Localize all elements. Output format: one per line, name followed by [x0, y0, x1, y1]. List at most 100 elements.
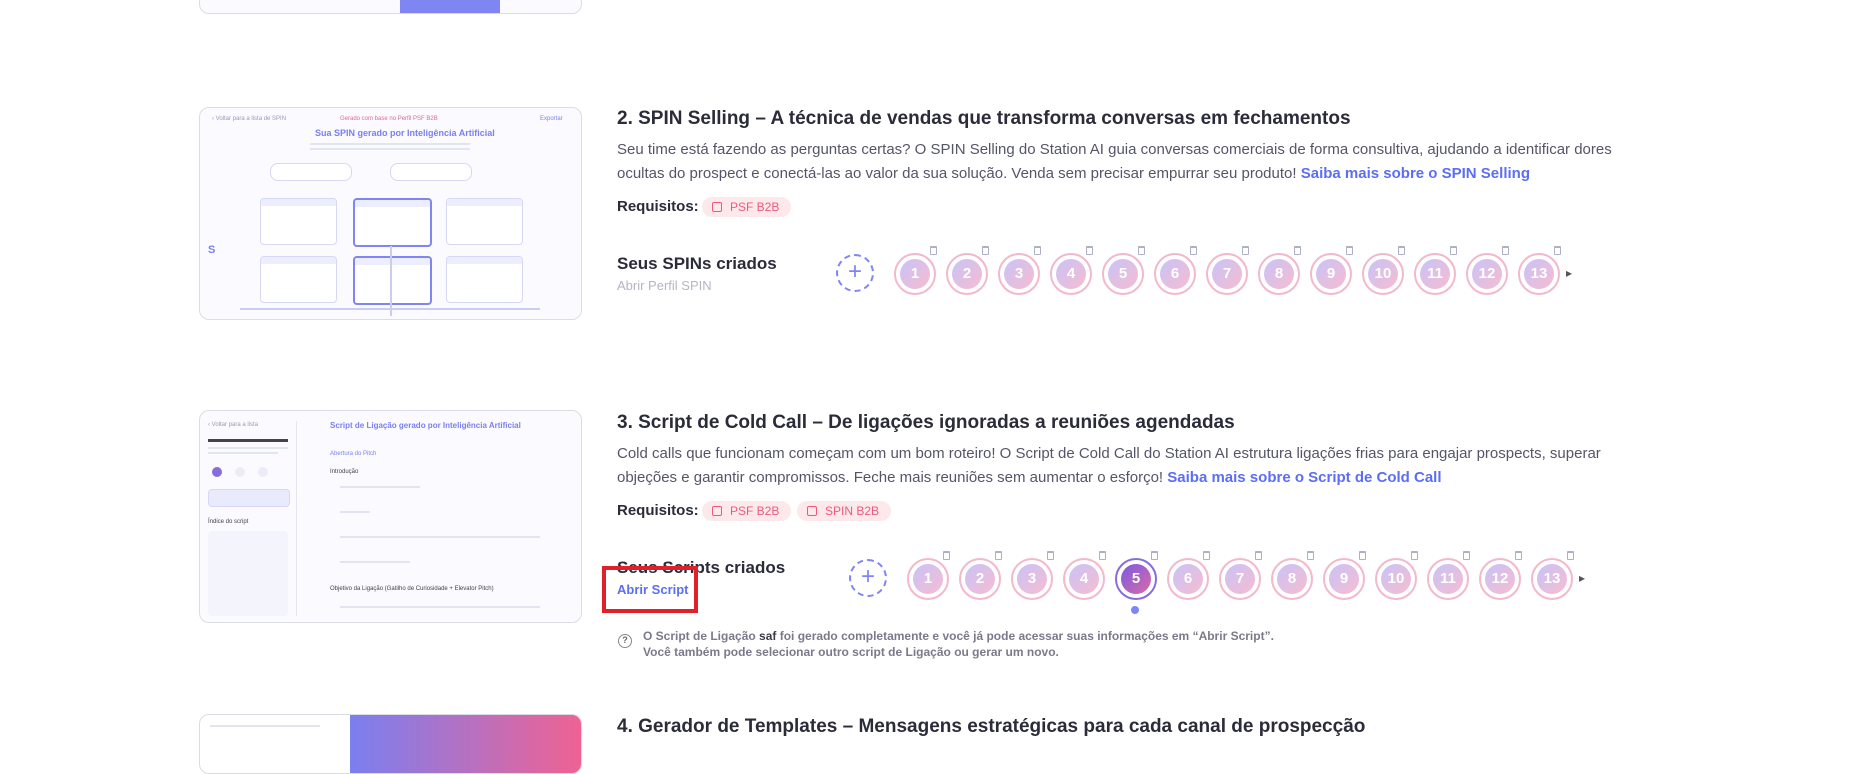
trash-icon[interactable]: [1034, 246, 1041, 255]
trash-icon[interactable]: [1099, 551, 1106, 560]
script-item-7[interactable]: 7: [1219, 558, 1261, 600]
trash-icon[interactable]: [1515, 551, 1522, 560]
script-item-number: 11: [1433, 564, 1463, 594]
spin-item-4[interactable]: 4: [1050, 253, 1092, 295]
spin-thumbnail[interactable]: ‹ Voltar para a lista de SPIN Gerado com…: [199, 107, 582, 320]
thumb-opening: Abertura do Pitch: [330, 451, 377, 457]
spin-item-9[interactable]: 9: [1310, 253, 1352, 295]
trash-icon[interactable]: [1255, 551, 1262, 560]
trash-icon[interactable]: [995, 551, 1002, 560]
selected-indicator-dot: [1131, 606, 1139, 614]
trash-icon[interactable]: [1307, 551, 1314, 560]
trash-icon[interactable]: [1463, 551, 1470, 560]
script-item-11[interactable]: 11: [1427, 558, 1469, 600]
script-item-6[interactable]: 6: [1167, 558, 1209, 600]
script-name: saf: [759, 629, 777, 643]
trash-icon[interactable]: [1203, 551, 1210, 560]
script-requirement-psf-badge: PSF B2B: [702, 501, 792, 521]
spin-item-number: 5: [1108, 259, 1138, 289]
trash-icon[interactable]: [1554, 246, 1561, 255]
spin-item-8[interactable]: 8: [1258, 253, 1300, 295]
trash-icon[interactable]: [1242, 246, 1249, 255]
script-item-number: 10: [1381, 564, 1411, 594]
spin-item-number: 12: [1472, 259, 1502, 289]
spin-item-11[interactable]: 11: [1414, 253, 1456, 295]
spin-item-number: 11: [1420, 259, 1450, 289]
templates-thumbnail[interactable]: [199, 714, 582, 774]
script-item-number: 12: [1485, 564, 1515, 594]
trash-icon[interactable]: [1411, 551, 1418, 560]
trash-icon[interactable]: [1346, 246, 1353, 255]
script-item-10[interactable]: 10: [1375, 558, 1417, 600]
trash-icon[interactable]: [1398, 246, 1405, 255]
script-item-8[interactable]: 8: [1271, 558, 1313, 600]
script-item-number: 4: [1069, 564, 1099, 594]
spin-item-1[interactable]: 1: [894, 253, 936, 295]
spin-item-10[interactable]: 10: [1362, 253, 1404, 295]
script-item-4[interactable]: 4: [1063, 558, 1105, 600]
trash-icon[interactable]: [1151, 551, 1158, 560]
spin-item-7[interactable]: 7: [1206, 253, 1248, 295]
building-icon: [712, 202, 722, 212]
open-spin-profile-link[interactable]: Abrir Perfil SPIN: [617, 278, 712, 293]
spin-item-6[interactable]: 6: [1154, 253, 1196, 295]
script-item-number: 6: [1173, 564, 1203, 594]
script-item-number: 13: [1537, 564, 1567, 594]
thumb-generated-note: Gerado com base no Perfil PSF B2B: [340, 116, 438, 122]
script-item-2[interactable]: 2: [959, 558, 1001, 600]
trash-icon[interactable]: [943, 551, 950, 560]
trash-icon[interactable]: [1047, 551, 1054, 560]
templates-section-title: 4. Gerador de Templates – Mensagens estr…: [617, 716, 1366, 737]
script-learn-more-link[interactable]: Saiba mais sobre o Script de Cold Call: [1167, 469, 1441, 486]
trash-icon[interactable]: [1450, 246, 1457, 255]
spin-section-title: 2. SPIN Selling – A técnica de vendas qu…: [617, 108, 1351, 129]
thumb-title: Sua SPIN gerado por Inteligência Artific…: [315, 128, 495, 138]
badge-label: SPIN B2B: [825, 504, 880, 518]
script-item-number: 7: [1225, 564, 1255, 594]
spin-learn-more-link[interactable]: Saiba mais sobre o SPIN Selling: [1301, 165, 1530, 182]
spin-item-13[interactable]: 13: [1518, 253, 1560, 295]
script-item-number: 9: [1329, 564, 1359, 594]
script-thumbnail[interactable]: ‹ Voltar para a lista Script de Ligação …: [199, 410, 582, 623]
script-item-5[interactable]: 5: [1115, 558, 1157, 600]
trash-icon[interactable]: [1294, 246, 1301, 255]
thumb-back-link: ‹ Voltar para a lista: [208, 422, 259, 428]
script-item-1[interactable]: 1: [907, 558, 949, 600]
script-item-13[interactable]: 13: [1531, 558, 1573, 600]
trash-icon[interactable]: [1190, 246, 1197, 255]
thumb-title: Script de Ligação gerado por Inteligênci…: [330, 421, 521, 430]
trash-icon[interactable]: [1359, 551, 1366, 560]
spin-item-2[interactable]: 2: [946, 253, 988, 295]
spin-requirements-label: Requisitos:: [617, 198, 699, 215]
add-spin-button[interactable]: +: [836, 254, 874, 292]
spin-item-3[interactable]: 3: [998, 253, 1040, 295]
script-section-description: Cold calls que funcionam começam com um …: [617, 442, 1617, 490]
script-item-9[interactable]: 9: [1323, 558, 1365, 600]
spin-item-number: 10: [1368, 259, 1398, 289]
spin-item-12[interactable]: 12: [1466, 253, 1508, 295]
script-section-title: 3. Script de Cold Call – De ligações ign…: [617, 412, 1235, 433]
script-scroll-right-icon[interactable]: ▸: [1579, 571, 1585, 585]
trash-icon[interactable]: [982, 246, 989, 255]
script-status-info: O Script de Ligação saf foi gerado compl…: [643, 629, 1274, 659]
trash-icon[interactable]: [930, 246, 937, 255]
add-script-button[interactable]: +: [849, 559, 887, 597]
script-item-3[interactable]: 3: [1011, 558, 1053, 600]
spin-item-number: 1: [900, 259, 930, 289]
script-item-number: 1: [913, 564, 943, 594]
script-item-12[interactable]: 12: [1479, 558, 1521, 600]
help-circle-icon: ?: [618, 634, 632, 648]
trash-icon[interactable]: [1086, 246, 1093, 255]
script-item-number: 8: [1277, 564, 1307, 594]
spin-scroll-right-icon[interactable]: ▸: [1566, 266, 1572, 280]
trash-icon[interactable]: [1567, 551, 1574, 560]
trash-icon[interactable]: [1138, 246, 1145, 255]
thumbnail-accent-bar: [400, 0, 500, 13]
spin-item-number: 6: [1160, 259, 1190, 289]
script-requirement-spin-badge: SPIN B2B: [797, 501, 892, 521]
script-requirements-label: Requisitos:: [617, 502, 699, 519]
trash-icon[interactable]: [1502, 246, 1509, 255]
open-script-highlight: [602, 566, 698, 613]
spin-item-number: 4: [1056, 259, 1086, 289]
spin-item-5[interactable]: 5: [1102, 253, 1144, 295]
